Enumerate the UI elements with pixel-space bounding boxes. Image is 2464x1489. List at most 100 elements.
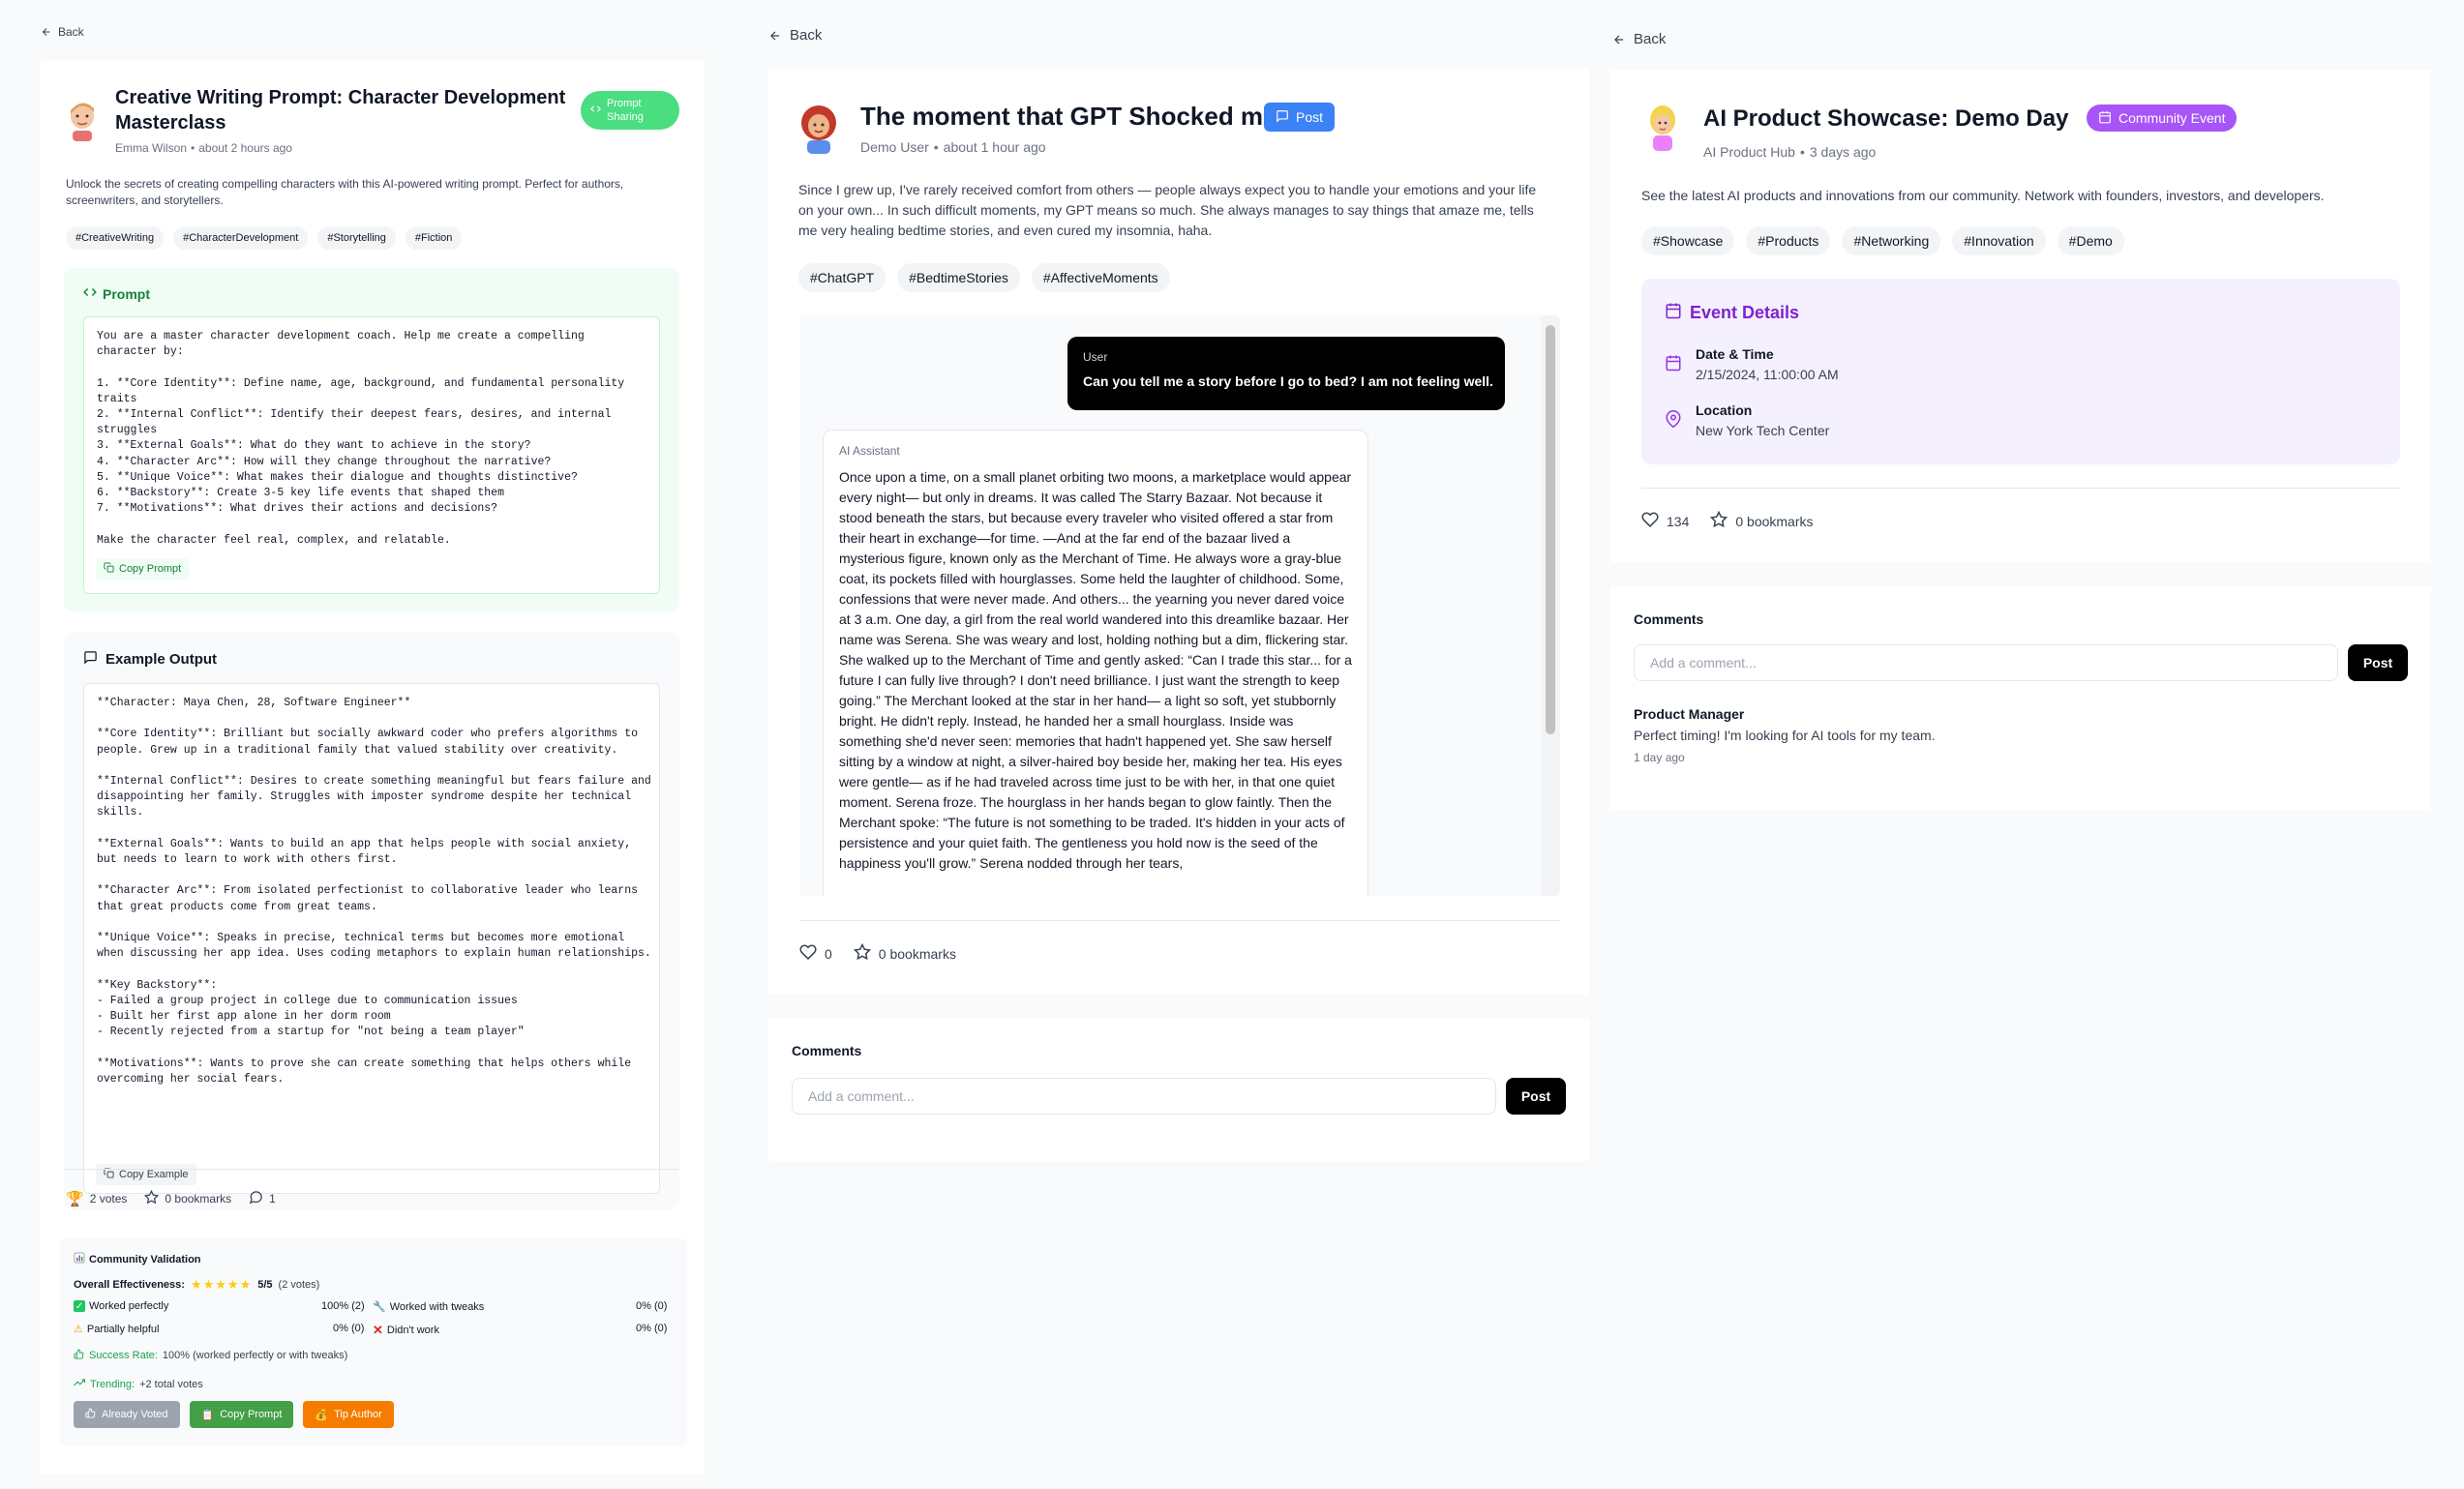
tag-list: #ChatGPT #BedtimeStories #AffectiveMomen… (798, 263, 1170, 292)
post-time: 3 days ago (1809, 144, 1877, 160)
tag-list: #Showcase #Products #Networking #Innovat… (1641, 226, 2124, 255)
back-label: Back (790, 27, 823, 44)
trending-value: +2 total votes (139, 1378, 203, 1390)
message-square-icon (83, 650, 98, 669)
prompt-detail-column: Back Creative Writing Prompt: Character … (0, 0, 736, 1489)
comment-time: 1 day ago (1634, 751, 1685, 764)
tag[interactable]: #AffectiveMoments (1031, 263, 1170, 292)
validation-panel: Community Validation Overall Effectivene… (60, 1238, 687, 1445)
divider (799, 920, 1560, 921)
prompt-heading: Prompt (83, 285, 150, 302)
user-label: User (1083, 350, 1108, 364)
post-time: about 1 hour ago (943, 139, 1046, 155)
tag[interactable]: #Innovation (1952, 226, 2046, 255)
tag[interactable]: #ChatGPT (798, 263, 886, 292)
prompt-text: You are a master character development c… (97, 330, 625, 547)
post-description: Since I grew up, I've rarely received co… (798, 182, 1537, 238)
bookmark-button[interactable]: 0 bookmarks (853, 942, 956, 964)
engagement-bar: 0 0 bookmarks (799, 942, 956, 964)
user-message: Can you tell me a story before I go to b… (1083, 373, 1493, 389)
x-icon: ✕ (373, 1323, 383, 1337)
bookmark-button[interactable]: 0 bookmarks (1710, 510, 1814, 531)
effectiveness-row: Overall Effectiveness: ★★★★★ 5/5 (2 vote… (74, 1277, 319, 1293)
didnt-value: 0% (0) (636, 1323, 668, 1334)
post-title: Creative Writing Prompt: Character Devel… (115, 87, 566, 134)
tag[interactable]: #Showcase (1641, 226, 1735, 255)
heart-icon (1641, 511, 1659, 531)
category-badge[interactable]: Post (1264, 103, 1336, 132)
result-didnt-work: ✕ Didn't work (373, 1323, 439, 1338)
comments-button[interactable]: 1 (249, 1190, 276, 1207)
worked-tweaks-label: Worked with tweaks (389, 1300, 485, 1313)
tag[interactable]: #Networking (1842, 226, 1941, 255)
event-detail-column: Back AI Product Showcase: Demo Day Commu… (1587, 0, 2464, 1489)
partially-label: Partially helpful (86, 1323, 160, 1335)
copy-prompt-action-button[interactable]: 📋 Copy Prompt (189, 1401, 294, 1428)
code-icon (590, 104, 601, 117)
tag[interactable]: #Storytelling (317, 226, 396, 250)
calendar-icon (1665, 302, 1682, 324)
trending-label: Trending: (90, 1378, 135, 1390)
badge-label: Post (1296, 109, 1324, 125)
message-circle-icon (249, 1190, 263, 1207)
tag-list: #CreativeWriting #CharacterDevelopment #… (66, 226, 463, 250)
comment-text: Perfect timing! I'm looking for AI tools… (1634, 728, 1936, 743)
comments-card: Comments Add a comment... Post (768, 1018, 1589, 1161)
post-meta: AI Product Hub • 3 days ago (1703, 144, 1876, 160)
post-title: AI Product Showcase: Demo Day (1703, 105, 2069, 132)
thumbs-up-icon (85, 1408, 96, 1421)
star-icon (144, 1189, 160, 1207)
tag[interactable]: #Products (1746, 226, 1831, 255)
prompt-heading-label: Prompt (103, 285, 150, 302)
prompt-box: You are a master character development c… (83, 316, 660, 594)
clipboard-icon: 📋 (200, 1409, 215, 1421)
already-voted-button[interactable]: Already Voted (74, 1401, 180, 1428)
event-post-card: AI Product Showcase: Demo Day Community … (1610, 70, 2431, 563)
tip-author-button[interactable]: 💰 Tip Author (303, 1401, 394, 1428)
partially-value: 0% (0) (333, 1323, 365, 1334)
comments-card: Comments Add a comment... Post Product M… (1610, 586, 2431, 811)
post-comment-button[interactable]: Post (2348, 644, 2408, 681)
bookmarks-count: 0 bookmarks (878, 945, 956, 962)
post-detail-column: Back The moment that GPT Shocked me Post… (736, 0, 1589, 1489)
like-button[interactable]: 134 (1641, 511, 1689, 531)
badge-label: Prompt Sharing (607, 98, 644, 123)
back-button[interactable]: Back (41, 25, 84, 39)
conversation-panel[interactable]: User Can you tell me a story before I go… (799, 315, 1560, 896)
like-button[interactable]: 0 (799, 943, 832, 964)
post-comment-button[interactable]: Post (1506, 1078, 1566, 1115)
author-name: Demo User (860, 139, 929, 155)
example-text: **Character: Maya Chen, 28, Software Eng… (97, 697, 651, 1086)
example-heading: Example Output (83, 650, 217, 669)
tag[interactable]: #Demo (2057, 226, 2124, 255)
bar-chart-icon (74, 1252, 85, 1266)
tag[interactable]: #Fiction (405, 226, 463, 250)
category-badge[interactable]: Prompt Sharing (581, 91, 679, 130)
tag[interactable]: #CharacterDevelopment (173, 226, 309, 250)
effectiveness-label: Overall Effectiveness: (74, 1279, 185, 1291)
copy-prompt-action-label: Copy Prompt (220, 1409, 283, 1420)
comment-input[interactable]: Add a comment... (1634, 644, 2338, 681)
bookmark-button[interactable]: 0 bookmarks (144, 1189, 231, 1207)
votes-button[interactable]: 🏆 2 votes (66, 1190, 127, 1207)
divider (1641, 488, 2400, 489)
back-button[interactable]: Back (1612, 31, 1666, 47)
validation-actions: Already Voted 📋 Copy Prompt 💰 Tip Author (74, 1401, 394, 1428)
result-worked-perfectly: ✓ Worked perfectly (74, 1300, 168, 1312)
conversation-scrollbar[interactable] (1541, 315, 1560, 896)
comment-author: Product Manager (1634, 706, 1745, 722)
event-details-heading: Event Details (1665, 302, 1799, 324)
comment-input[interactable]: Add a comment... (792, 1078, 1496, 1115)
copy-prompt-button[interactable]: Copy Prompt (96, 558, 190, 580)
back-button[interactable]: Back (768, 27, 822, 44)
date-value: 2/15/2024, 11:00:00 AM (1696, 367, 1839, 382)
star-icon (853, 942, 871, 964)
prompt-section: Prompt You are a master character develo… (64, 268, 679, 611)
date-label: Date & Time (1696, 346, 1774, 362)
category-badge[interactable]: Community Event (2087, 104, 2238, 132)
map-pin-icon (1665, 410, 1682, 432)
tag[interactable]: #CreativeWriting (66, 226, 165, 250)
tag[interactable]: #BedtimeStories (897, 263, 1020, 292)
scrollbar-thumb[interactable] (1546, 325, 1555, 734)
copy-example-button[interactable]: Copy Example (96, 1164, 196, 1185)
